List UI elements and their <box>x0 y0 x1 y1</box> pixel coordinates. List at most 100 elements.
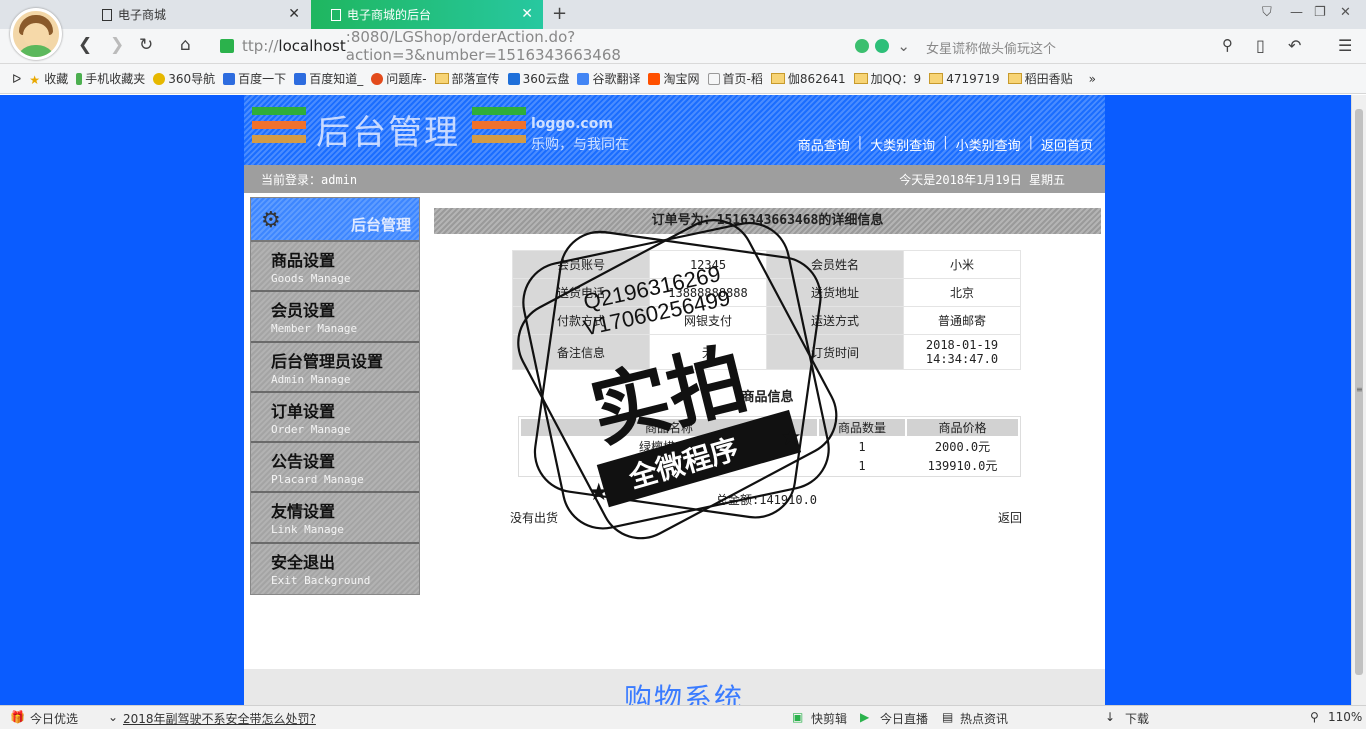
order-title: 订单号为：1516343663468的详细信息 <box>434 208 1101 234</box>
close-icon[interactable]: ✕ <box>521 6 533 22</box>
leaf-icon[interactable] <box>875 39 890 53</box>
nav-subcategory-query[interactable]: 小类别查询 <box>956 135 1021 154</box>
table-row: 备注信息无 订货时间 2018-01-19 14:34:47.0 <box>513 335 1020 369</box>
bookmark-item[interactable]: 百度知道_ <box>294 70 363 87</box>
sidebar-item-exit[interactable]: 安全退出 Exit Background <box>251 543 419 595</box>
bookmark-item[interactable]: 360导航 <box>153 70 215 87</box>
quick-clip[interactable]: 快剪辑 <box>811 710 847 727</box>
forward-icon[interactable]: ❯ <box>110 35 124 55</box>
table-row: 绿檀横刀兰 1 2000.0元 <box>638 439 991 455</box>
grip-icon: ≡ <box>1356 385 1363 394</box>
goods-title: 商品信息 <box>741 390 794 405</box>
sidebar-header: ⚙ 后台管理 <box>251 198 419 242</box>
sidebar-item-goods[interactable]: 商品设置 Goods Manage <box>251 242 419 293</box>
shipping-status: 没有出货 <box>510 511 559 525</box>
clip-icon: ▣ <box>792 710 804 724</box>
bookmarks-bar: ᐅ ★ 收藏 手机收藏夹 360导航 百度一下 百度知道_ 问题库- 部落宣传 3… <box>0 64 1366 94</box>
info-bar: 当前登录：admin 今天是2018年1月19日 星期五 <box>244 165 1105 193</box>
bookmark-item[interactable]: 手机收藏夹 <box>76 70 145 87</box>
sidebar-item-admin[interactable]: 后台管理员设置 Admin Manage <box>251 342 419 393</box>
today-picks[interactable]: 今日优选 <box>30 710 78 727</box>
zoom-level[interactable]: 110% <box>1328 710 1362 724</box>
logo-bars-left <box>252 107 306 149</box>
user-avatar[interactable] <box>10 8 62 60</box>
table-header-row: 商品名称 商品数量 商品价格 <box>521 419 1018 436</box>
sidebar-item-member[interactable]: 会员设置 Member Manage <box>251 292 419 343</box>
order-detail: 订单号为：1516343663468的详细信息 会员账号 12345 会员姓名 小米… <box>434 208 1101 525</box>
restore-icon[interactable]: ❐ <box>1314 5 1326 20</box>
menu-icon[interactable]: ☰ <box>1338 36 1352 55</box>
back-icon[interactable]: ❮ <box>78 35 92 55</box>
minimize-icon[interactable]: — <box>1290 5 1303 20</box>
bookmark-item[interactable]: 稻田香贴 <box>1007 70 1073 87</box>
order-total: 总金额:141910.0 <box>716 493 818 507</box>
bookmark-item[interactable]: 谷歌翻译 <box>577 70 640 87</box>
tab-label: 电子商城的后台 <box>347 8 432 22</box>
table-row: 会员账号 12345 会员姓名 小米 <box>513 251 1020 278</box>
news-link[interactable]: 2018年副驾驶不系安全带怎么处罚? <box>123 710 316 727</box>
speed-icon[interactable] <box>855 39 870 53</box>
bookmark-item[interactable]: 360云盘 <box>507 70 569 87</box>
login-info: 当前登录：admin <box>261 173 358 187</box>
vertical-scrollbar[interactable]: ≡ <box>1351 95 1366 705</box>
nav-category-query[interactable]: 大类别查询 <box>870 135 935 154</box>
search-icon[interactable]: ⚲ <box>1222 36 1233 54</box>
logo-title: 后台管理 <box>316 113 460 153</box>
admin-sidebar: ⚙ 后台管理 商品设置 Goods Manage 会员设置 Member Manag… <box>250 197 420 595</box>
sidebar-item-order[interactable]: 订单设置 Order Manage <box>251 392 419 444</box>
bookmark-item[interactable]: ★ 收藏 <box>29 70 68 87</box>
zoom-icon: ⚲ <box>1310 710 1319 724</box>
address-bar: ❮ ❯ ↻ ⌂ ttp://localhost:8080/LGShop/orde… <box>0 28 1366 64</box>
bookmark-item[interactable]: 部落宣传 <box>434 70 500 87</box>
undo-icon[interactable]: ↶ <box>1288 36 1301 55</box>
url-input[interactable]: ttp://localhost:8080/LGShop/orderAction.… <box>220 28 910 64</box>
order-info-table: 会员账号 12345 会员姓名 小米 送货电话 13888888888 送货地址 北京 … <box>512 250 1021 370</box>
nav-goods-query[interactable]: 商品查询 <box>798 135 850 154</box>
table-row: 杰士 klips 1 139910.0元 <box>635 458 998 474</box>
download-link[interactable]: 下载 <box>1125 710 1149 727</box>
bookmark-item[interactable]: 问题库- <box>371 70 427 87</box>
play-icon: ▶ <box>860 710 870 724</box>
bookmark-item[interactable]: 加QQ：9 <box>853 70 921 87</box>
home-icon[interactable]: ⌂ <box>180 35 191 55</box>
bookmark-item[interactable]: 淘宝网 <box>648 70 700 87</box>
logo-domain: loggo.com <box>531 116 613 132</box>
sidebar-item-placard[interactable]: 公告设置 Placard Manage <box>251 443 419 494</box>
hot-news[interactable]: 热点资讯 <box>960 710 1008 727</box>
gear-icon: ⚙ <box>261 208 281 233</box>
close-window-icon[interactable]: ✕ <box>1340 5 1351 20</box>
admin-header: 后台管理 loggo.com 乐购，与我同在 商品查询 | 大类别查询 | 小类… <box>244 95 1105 165</box>
footer-title: 购物系统 <box>624 682 745 705</box>
page-icon <box>102 8 112 21</box>
logo-bars-right <box>472 107 526 149</box>
new-tab-icon[interactable]: + <box>552 3 567 24</box>
sidebar-item-link[interactable]: 友情设置 Link Manage <box>251 493 419 544</box>
page-viewport: 后台管理 loggo.com 乐购，与我同在 商品查询 | 大类别查询 | 小类… <box>0 95 1351 705</box>
bookmark-item[interactable]: 4719719 <box>929 72 1000 86</box>
shirt-icon[interactable]: ⛉ <box>1262 5 1272 20</box>
search-input[interactable]: 女星谎称做头偷玩这个 <box>926 38 1056 57</box>
today-live[interactable]: 今日直播 <box>880 710 928 727</box>
tab-admin[interactable]: 电子商城的后台 ✕ <box>311 0 543 29</box>
more-bookmarks-icon[interactable]: » <box>1089 72 1096 86</box>
bookmark-item[interactable]: 伽862641 <box>770 70 846 87</box>
page-icon <box>331 8 341 21</box>
bookmark-item[interactable]: 首页-稻 <box>707 70 763 87</box>
gift-icon: 🎁 <box>10 710 25 724</box>
page-footer: 购物系统 <box>244 669 1105 705</box>
tab-shop[interactable]: 电子商城 ✕ <box>82 0 310 29</box>
reload-icon[interactable]: ↻ <box>139 35 153 55</box>
browser-tab-bar: 电子商城 ✕ 电子商城的后台 ✕ + ⛉ — ❐ ✕ <box>0 0 1366 29</box>
mobile-icon[interactable]: ▯ <box>1256 36 1265 55</box>
table-row: 送货电话 13888888888 送货地址 北京 <box>513 279 1020 306</box>
date-info: 今天是2018年1月19日 星期五 <box>899 173 1065 187</box>
download-icon: ↓ <box>1105 710 1116 724</box>
nav-home[interactable]: 返回首页 <box>1041 135 1093 154</box>
browser-status-bar: 🎁 今日优选 ⌄ 2018年副驾驶不系安全带怎么处罚? ▣ 快剪辑 ▶ 今日直播… <box>0 705 1366 729</box>
bookmark-item[interactable]: 百度一下 <box>223 70 286 87</box>
logo-slogan: 乐购，与我同在 <box>531 137 629 153</box>
sidebar-toggle-icon[interactable]: ᐅ <box>12 72 21 86</box>
back-link[interactable]: 返回 <box>998 509 1022 526</box>
chevron-down-icon[interactable]: ⌄ <box>897 37 910 55</box>
close-icon[interactable]: ✕ <box>288 6 300 22</box>
